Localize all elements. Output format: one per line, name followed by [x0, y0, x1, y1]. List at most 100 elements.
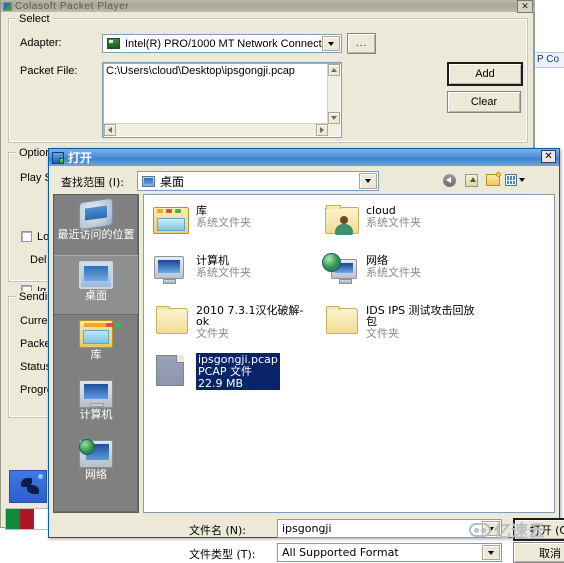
scrollbar-corner: [328, 124, 340, 136]
look-in-dropdown-arrow[interactable]: [359, 173, 377, 189]
place-libraries[interactable]: 库: [54, 315, 138, 375]
file-type-value: All Supported Format: [282, 546, 399, 559]
scroll-left-button[interactable]: [104, 124, 116, 136]
background-column-header: P Co: [535, 52, 564, 68]
look-in-value: 桌面: [160, 174, 185, 189]
file-type-select[interactable]: All Supported Format: [277, 543, 502, 562]
clear-button[interactable]: Clear: [447, 91, 521, 113]
list-item[interactable]: 库 系统文件夹: [152, 203, 251, 237]
computer-icon: [79, 380, 113, 408]
place-label: 最近访问的位置: [57, 228, 135, 241]
file-name: cloud: [366, 204, 396, 217]
look-in-label: 查找范围 (I):: [61, 176, 125, 189]
cloud-icon: [469, 522, 491, 537]
packet-file-label: Packet File:: [20, 65, 78, 77]
open-dialog-titlebar: 打开 ✕: [49, 149, 559, 166]
adapter-browse-label: ...: [355, 37, 368, 49]
list-item[interactable]: 网络 系统文件夹: [322, 253, 421, 287]
list-item[interactable]: cloud 系统文件夹: [322, 203, 421, 237]
loop-checkbox[interactable]: [21, 231, 32, 242]
place-label: 库: [90, 348, 102, 361]
open-file-dialog: 打开 ✕ 查找范围 (I): 桌面 最近访问的位置 桌面 库 计算机 网络 库 …: [48, 148, 564, 563]
status-label: Status: [20, 361, 52, 373]
views-icon[interactable]: [505, 171, 525, 189]
file-name: ipsgongji.pcap: [198, 353, 278, 366]
network-icon: [79, 439, 113, 468]
list-item[interactable]: ipsgongji.pcap PCAP 文件 22.9 MB: [152, 353, 280, 390]
file-size: 22.9 MB: [198, 377, 244, 390]
packet-file-list[interactable]: C:\Users\cloud\Desktop\ipsgongji.pcap: [102, 62, 342, 138]
cancel-button-label: 取消: [539, 546, 561, 560]
open-dialog-title: 打开: [68, 151, 93, 165]
desktop-shortcut-icon[interactable]: [9, 470, 47, 503]
file-name: 库: [196, 204, 207, 217]
delay-label: Del: [30, 254, 47, 266]
list-item[interactable]: IDS IPS 测试攻击回放包 文件夹: [322, 303, 484, 339]
folder-icon: [152, 303, 192, 337]
cancel-button[interactable]: 取消: [513, 542, 564, 563]
add-button[interactable]: Add: [447, 62, 523, 86]
adapter-value: Intel(R) PRO/1000 MT Network Connection: [125, 37, 337, 50]
look-in-combobox[interactable]: 桌面: [137, 171, 379, 191]
scroll-right-button[interactable]: [316, 124, 328, 136]
file-sub: 系统文件夹: [366, 216, 421, 229]
file-sub: 文件夹: [366, 327, 399, 340]
adapter-browse-button[interactable]: ...: [347, 33, 376, 54]
file-sub: PCAP 文件: [198, 365, 252, 378]
pcap-file-icon: [152, 353, 192, 387]
desktop-flag-icon[interactable]: [5, 508, 49, 530]
places-bar: 最近访问的位置 桌面 库 计算机 网络: [53, 194, 139, 513]
adapter-dropdown-arrow[interactable]: [322, 36, 340, 51]
folder-icon: [322, 303, 362, 337]
packet-file-value: C:\Users\cloud\Desktop\ipsgongji.pcap: [106, 65, 295, 77]
packet-file-vscrollbar[interactable]: [327, 64, 340, 124]
app-icon: [3, 1, 12, 11]
file-list-view[interactable]: 库 系统文件夹 cloud 系统文件夹 计算机 系统文件夹 网络 系统文件夹 2…: [143, 194, 555, 513]
up-one-level-icon[interactable]: [461, 171, 481, 189]
desktop-icon: [79, 261, 113, 289]
open-dialog-icon: [52, 151, 64, 164]
network-icon: [322, 253, 362, 287]
back-icon[interactable]: [439, 171, 459, 189]
file-type-dropdown-arrow[interactable]: [482, 545, 500, 560]
main-titlebar: Colasoft Packet Player ✕: [1, 0, 535, 13]
place-label: 网络: [85, 468, 107, 481]
watermark: 亿速云: [469, 517, 545, 542]
file-sub: 系统文件夹: [196, 266, 251, 279]
libraries-icon: [152, 203, 192, 237]
list-item[interactable]: 2010 7.3.1汉化破解-ok 文件夹: [152, 303, 314, 339]
place-computer[interactable]: 计算机: [54, 375, 138, 435]
place-desktop[interactable]: 桌面: [54, 255, 138, 315]
watermark-text: 亿速云: [494, 522, 545, 542]
libraries-icon: [79, 320, 113, 348]
place-recent[interactable]: 最近访问的位置: [54, 195, 138, 255]
file-type-label: 文件类型 (T):: [189, 548, 256, 561]
place-label: 计算机: [79, 408, 113, 421]
file-sub: 文件夹: [196, 327, 229, 340]
scroll-down-button[interactable]: [328, 112, 340, 124]
desktop-icon: [142, 175, 155, 187]
open-dialog-close-button[interactable]: ✕: [541, 150, 556, 163]
main-close-button[interactable]: ✕: [517, 0, 533, 13]
file-sub: 系统文件夹: [366, 266, 421, 279]
file-name-label: 文件名 (N):: [189, 524, 247, 537]
file-name: 2010 7.3.1汉化破解-ok: [196, 304, 304, 328]
file-name: 网络: [366, 254, 388, 267]
place-label: 桌面: [85, 289, 107, 302]
scroll-up-button[interactable]: [328, 64, 340, 76]
file-sub: 系统文件夹: [196, 216, 251, 229]
list-item[interactable]: 计算机 系统文件夹: [152, 253, 251, 287]
select-group-caption: Select: [16, 13, 53, 25]
background-window: P Co: [534, 0, 564, 540]
add-button-label: Add: [475, 68, 495, 80]
place-network[interactable]: 网络: [54, 435, 138, 495]
network-adapter-icon: [107, 38, 120, 49]
adapter-combobox[interactable]: Intel(R) PRO/1000 MT Network Connection: [102, 34, 342, 53]
packet-file-hscrollbar[interactable]: [104, 123, 328, 136]
user-folder-icon: [322, 203, 362, 237]
clear-button-label: Clear: [470, 96, 498, 108]
computer-icon: [152, 253, 192, 287]
new-folder-icon[interactable]: [483, 171, 503, 189]
adapter-label: Adapter:: [20, 37, 62, 49]
file-name-value: ipsgongji: [282, 522, 332, 535]
